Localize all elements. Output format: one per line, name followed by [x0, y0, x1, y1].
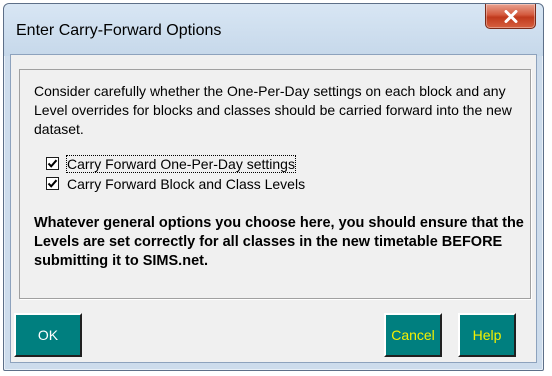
checkmark-icon [47, 179, 58, 188]
warning-text: Whatever general options you choose here… [34, 215, 524, 269]
close-icon [504, 9, 518, 23]
cancel-button[interactable]: Cancel [384, 313, 442, 357]
close-button[interactable] [485, 4, 536, 29]
ok-button[interactable]: OK [14, 313, 82, 357]
one-per-day-label[interactable]: Carry Forward One-Per-Day settings [66, 154, 296, 173]
dialog-title: Enter Carry-Forward Options [16, 22, 222, 39]
title-bar[interactable]: Enter Carry-Forward Options [4, 4, 543, 56]
block-class-levels-checkbox[interactable] [46, 177, 59, 190]
checkmark-icon [47, 159, 58, 168]
intro-text: Consider carefully whether the One-Per-D… [34, 83, 512, 137]
option-carry-forward-one-per-day[interactable]: Carry Forward One-Per-Day settings [46, 154, 296, 173]
block-class-levels-label[interactable]: Carry Forward Block and Class Levels [67, 176, 305, 192]
help-button[interactable]: Help [458, 313, 516, 357]
options-group: Consider carefully whether the One-Per-D… [19, 69, 531, 299]
dialog-window: Enter Carry-Forward Options Consider car… [3, 3, 544, 371]
dialog-body: Consider carefully whether the One-Per-D… [10, 54, 537, 363]
option-carry-forward-block-class-levels[interactable]: Carry Forward Block and Class Levels [46, 174, 305, 193]
one-per-day-checkbox[interactable] [46, 157, 59, 170]
